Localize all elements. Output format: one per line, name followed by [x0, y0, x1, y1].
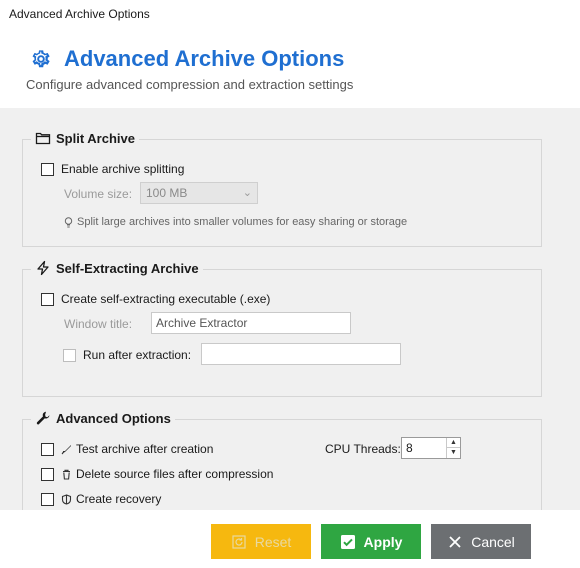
dialog-header: Advanced Archive Options Configure advan…	[0, 28, 580, 108]
apply-label: Apply	[363, 533, 403, 550]
create-sfx-checkbox[interactable]: Create self-extracting executable (.exe)	[41, 292, 270, 306]
cancel-label: Cancel	[471, 533, 515, 550]
split-hint: Split large archives into smaller volume…	[64, 216, 407, 228]
test-archive-label: Test archive after creation	[76, 442, 214, 456]
close-icon	[449, 535, 461, 548]
chevron-down-icon: ⌄	[242, 187, 252, 199]
spinner-up-icon[interactable]: ▲	[447, 438, 460, 448]
gear-icon	[32, 50, 50, 68]
brush-icon	[61, 444, 71, 454]
window-title: Advanced Archive Options	[9, 7, 150, 21]
checkbox-box[interactable]	[41, 292, 54, 306]
split-archive-heading: Split Archive	[31, 130, 139, 146]
options-panel: Split Archive Enable archive splitting V…	[0, 108, 580, 510]
window-title-label: Window title:	[64, 317, 133, 331]
dialog-footer: Reset Apply Cancel	[0, 510, 580, 568]
reset-icon	[232, 534, 246, 549]
run-after-extraction-label: Run after extraction:	[83, 348, 192, 362]
reset-label: Reset	[254, 533, 292, 550]
enable-splitting-label: Enable archive splitting	[61, 162, 185, 176]
wrench-icon	[36, 411, 50, 425]
sfx-archive-heading: Self-Extracting Archive	[31, 260, 203, 276]
volume-size-value: 100 MB	[146, 186, 188, 200]
page-title: Advanced Archive Options	[64, 46, 345, 71]
split-hint-text: Split large archives into smaller volume…	[77, 216, 408, 228]
create-recovery-label: Create recovery	[76, 492, 162, 506]
checkbox-box[interactable]	[41, 162, 54, 176]
cpu-threads-value: 8	[406, 441, 413, 455]
trash-icon	[63, 469, 70, 480]
cpu-threads-label: CPU Threads:	[325, 442, 401, 456]
delete-source-checkbox[interactable]: Delete source files after compression	[41, 467, 273, 481]
folder-icon	[35, 132, 51, 145]
window-title-input[interactable]: Archive Extractor	[151, 312, 351, 334]
advanced-options-title: Advanced Options	[56, 410, 171, 426]
run-after-extraction-checkbox[interactable]: Run after extraction:	[63, 348, 191, 362]
sfx-archive-group: Self-Extracting Archive Create self-extr…	[22, 260, 542, 397]
enable-splitting-checkbox[interactable]: Enable archive splitting	[41, 162, 184, 176]
spinner-down-icon[interactable]: ▼	[447, 448, 460, 458]
window-titlebar: Advanced Archive Options	[0, 0, 580, 28]
spinner-buttons[interactable]: ▲ ▼	[446, 438, 460, 458]
volume-size-label: Volume size:	[64, 187, 133, 201]
volume-size-select[interactable]: 100 MB ⌄	[140, 182, 258, 204]
advanced-options-group: Advanced Options Test archive after crea…	[22, 410, 542, 510]
cpu-threads-spinner[interactable]: 8 ▲ ▼	[401, 437, 461, 459]
test-archive-checkbox[interactable]: Test archive after creation	[41, 442, 213, 456]
split-archive-group: Split Archive Enable archive splitting V…	[22, 130, 542, 247]
reset-button[interactable]: Reset	[211, 524, 311, 559]
advanced-options-heading: Advanced Options	[31, 410, 175, 426]
sfx-archive-title: Self-Extracting Archive	[56, 260, 199, 276]
page-subtitle: Configure advanced compression and extra…	[26, 77, 354, 92]
shield-icon	[61, 493, 72, 505]
checkbox-box[interactable]	[41, 492, 54, 506]
checkbox-box[interactable]	[41, 467, 54, 481]
split-archive-title: Split Archive	[56, 130, 135, 146]
create-sfx-label: Create self-extracting executable (.exe)	[61, 292, 271, 306]
checkbox-box[interactable]	[63, 348, 76, 362]
cancel-button[interactable]: Cancel	[431, 524, 531, 559]
lightbulb-icon	[64, 216, 73, 227]
delete-source-label: Delete source files after compression	[76, 467, 274, 481]
checkbox-box[interactable]	[41, 442, 54, 456]
lightning-icon	[37, 260, 49, 276]
check-icon	[340, 534, 355, 549]
run-after-extraction-input[interactable]	[201, 343, 401, 365]
create-recovery-checkbox[interactable]: Create recovery	[41, 492, 161, 506]
apply-button[interactable]: Apply	[321, 524, 421, 559]
